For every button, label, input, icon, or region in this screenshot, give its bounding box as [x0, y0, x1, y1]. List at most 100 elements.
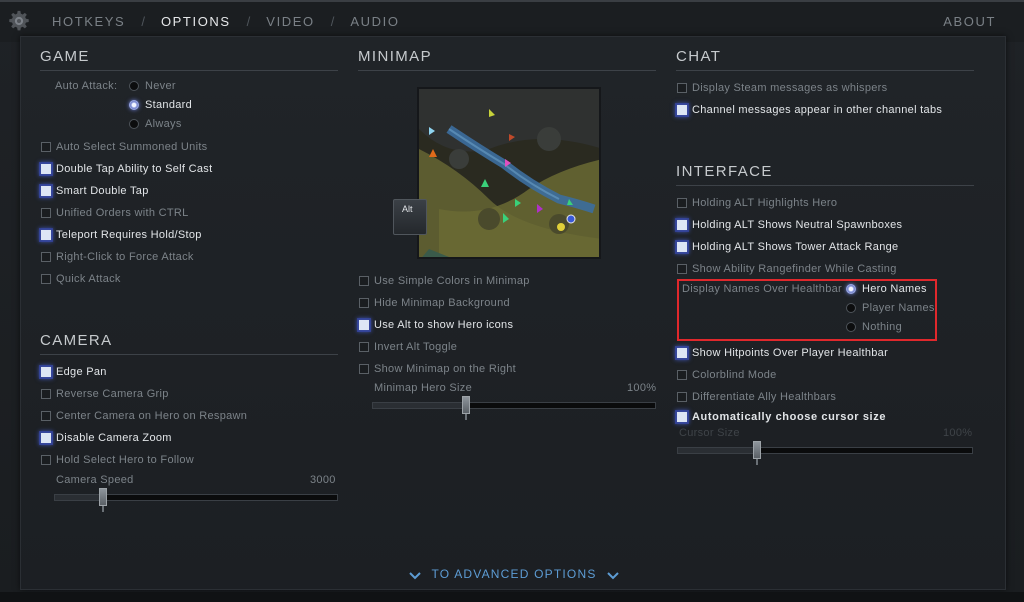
checkbox-label: Use Simple Colors in Minimap [374, 275, 530, 287]
checkbox-label: Unified Orders with CTRL [56, 207, 189, 219]
tab-hotkeys[interactable]: HOTKEYS [52, 14, 125, 29]
checkbox[interactable] [41, 433, 51, 443]
alt-key-icon: Alt [393, 199, 427, 235]
checkbox-reverse-camera-grip[interactable]: Reverse Camera Grip [41, 386, 169, 402]
checkbox[interactable] [41, 186, 51, 196]
checkbox[interactable] [677, 264, 687, 274]
checkbox[interactable] [677, 348, 687, 358]
checkbox-steam-messages-whispers[interactable]: Display Steam messages as whispers [677, 80, 887, 96]
checkbox-minimap-on-right[interactable]: Show Minimap on the Right [359, 361, 516, 377]
checkbox-label: Double Tap Ability to Self Cast [56, 163, 213, 175]
checkbox[interactable] [677, 83, 687, 93]
checkbox-double-tap-self-cast[interactable]: Double Tap Ability to Self Cast [41, 161, 212, 177]
checkbox[interactable] [41, 367, 51, 377]
cursor-size-slider[interactable] [677, 441, 973, 465]
divider [676, 185, 974, 186]
minimap-hero-size-slider[interactable] [372, 396, 656, 420]
checkbox[interactable] [677, 242, 687, 252]
checkbox[interactable] [677, 198, 687, 208]
radio-auto-attack-never[interactable]: Never [129, 78, 176, 94]
checkbox[interactable] [41, 411, 51, 421]
checkbox[interactable] [41, 230, 51, 240]
highlight-box [677, 279, 937, 341]
checkbox-auto-select-summoned-units[interactable]: Auto Select Summoned Units [41, 139, 207, 155]
checkbox[interactable] [41, 164, 51, 174]
tab-audio[interactable]: AUDIO [350, 14, 399, 29]
minimap-image [419, 89, 599, 257]
radio-button[interactable] [129, 81, 139, 91]
checkbox[interactable] [677, 370, 687, 380]
checkbox-alt-neutral-spawnboxes[interactable]: Holding ALT Shows Neutral Spawnboxes [677, 217, 902, 233]
chevron-down-icon [409, 572, 421, 580]
nav-tabs: HOTKEYS / OPTIONS / VIDEO / AUDIO [52, 14, 400, 29]
gear-icon[interactable] [8, 10, 30, 32]
radio-button[interactable] [129, 119, 139, 129]
checkbox[interactable] [41, 455, 51, 465]
checkbox-hold-select-hero-follow[interactable]: Hold Select Hero to Follow [41, 452, 194, 468]
about-link[interactable]: ABOUT [943, 14, 996, 29]
cursor-size-value: 100% [943, 427, 973, 439]
minimap-hero-size-label: Minimap Hero Size [374, 382, 473, 394]
checkbox-alt-tower-attack-range[interactable]: Holding ALT Shows Tower Attack Range [677, 239, 898, 255]
checkbox-differentiate-ally-healthbars[interactable]: Differentiate Ally Healthbars [677, 389, 836, 405]
checkbox-hitpoints-over-healthbar[interactable]: Show Hitpoints Over Player Healthbar [677, 345, 888, 361]
checkbox[interactable] [359, 320, 369, 330]
slider-knob[interactable] [753, 441, 762, 465]
checkbox-smart-double-tap[interactable]: Smart Double Tap [41, 183, 149, 199]
checkbox-right-click-force-attack[interactable]: Right-Click to Force Attack [41, 249, 194, 265]
divider [676, 70, 974, 71]
slider-knob[interactable] [462, 396, 471, 420]
checkbox-ability-rangefinder[interactable]: Show Ability Rangefinder While Casting [677, 261, 897, 277]
checkbox[interactable] [677, 220, 687, 230]
minimap-hero-size-value: 100% [627, 382, 657, 394]
checkbox-label: Show Ability Rangefinder While Casting [692, 263, 897, 275]
checkbox-colorblind-mode[interactable]: Colorblind Mode [677, 367, 777, 383]
section-title-chat: CHAT [676, 48, 722, 65]
checkbox[interactable] [41, 274, 51, 284]
camera-speed-label: Camera Speed [56, 474, 134, 486]
radio-button[interactable] [129, 100, 139, 110]
tab-video[interactable]: VIDEO [266, 14, 314, 29]
checkbox-unified-orders-ctrl[interactable]: Unified Orders with CTRL [41, 205, 189, 221]
checkbox-alt-highlights-hero[interactable]: Holding ALT Highlights Hero [677, 195, 837, 211]
radio-auto-attack-always[interactable]: Always [129, 116, 182, 132]
auto-attack-label: Auto Attack: [55, 80, 118, 92]
checkbox-teleport-hold-stop[interactable]: Teleport Requires Hold/Stop [41, 227, 202, 243]
checkbox-disable-camera-zoom[interactable]: Disable Camera Zoom [41, 430, 172, 446]
checkbox[interactable] [677, 392, 687, 402]
checkbox-quick-attack[interactable]: Quick Attack [41, 271, 121, 287]
tab-options[interactable]: OPTIONS [161, 14, 231, 29]
checkbox-auto-cursor-size[interactable]: Automatically choose cursor size [677, 409, 886, 425]
checkbox-label: Reverse Camera Grip [56, 388, 169, 400]
checkbox[interactable] [359, 276, 369, 286]
checkbox[interactable] [359, 298, 369, 308]
camera-speed-slider[interactable] [54, 488, 338, 512]
nav-separator: / [141, 14, 145, 29]
checkbox-center-camera-respawn[interactable]: Center Camera on Hero on Respawn [41, 408, 247, 424]
checkbox-hide-minimap-background[interactable]: Hide Minimap Background [359, 295, 510, 311]
checkbox-label: Holding ALT Highlights Hero [692, 197, 838, 209]
checkbox-channel-messages-other-tabs[interactable]: Channel messages appear in other channel… [677, 102, 942, 118]
checkbox-simple-colors-minimap[interactable]: Use Simple Colors in Minimap [359, 273, 530, 289]
checkbox[interactable] [677, 412, 687, 422]
radio-auto-attack-standard[interactable]: Standard [129, 97, 192, 113]
checkbox-label: Holding ALT Shows Neutral Spawnboxes [692, 219, 903, 231]
advanced-options-link[interactable]: TO ADVANCED OPTIONS [21, 567, 1007, 581]
section-title-minimap: MINIMAP [358, 48, 432, 65]
checkbox[interactable] [359, 342, 369, 352]
checkbox[interactable] [677, 105, 687, 115]
checkbox[interactable] [41, 252, 51, 262]
slider-knob[interactable] [98, 488, 107, 512]
checkbox[interactable] [359, 364, 369, 374]
checkbox[interactable] [41, 142, 51, 152]
checkbox[interactable] [41, 389, 51, 399]
checkbox[interactable] [41, 208, 51, 218]
checkbox-invert-alt-toggle[interactable]: Invert Alt Toggle [359, 339, 457, 355]
camera-speed-value: 3000 [310, 474, 336, 486]
divider [40, 70, 338, 71]
divider [40, 354, 338, 355]
checkbox-label: Hold Select Hero to Follow [56, 454, 195, 466]
checkbox-use-alt-hero-icons[interactable]: Use Alt to show Hero icons [359, 317, 513, 333]
checkbox-label: Quick Attack [56, 273, 121, 285]
checkbox-edge-pan[interactable]: Edge Pan [41, 364, 107, 380]
